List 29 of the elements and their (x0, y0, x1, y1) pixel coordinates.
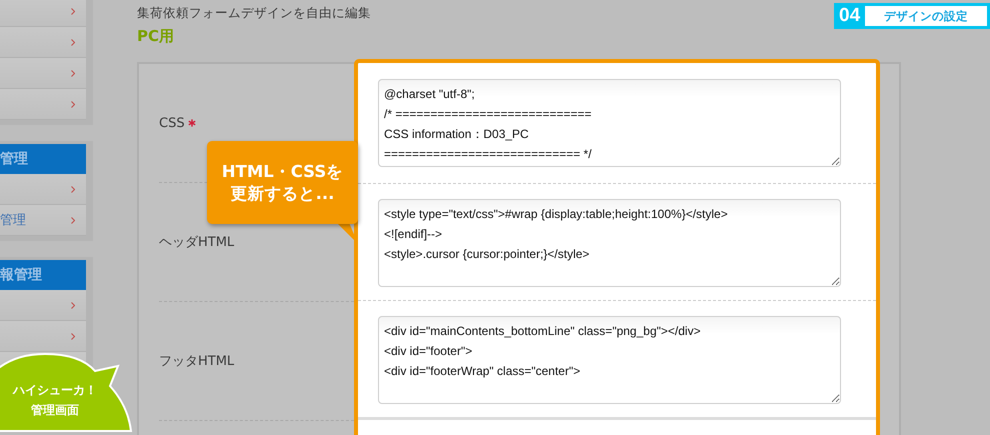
sidebar-heading: 管理 (0, 144, 86, 174)
code-field[interactable]: @charset "utf-8"; /* ============================ CSS information：D03_PC ============================ */ (378, 79, 841, 167)
callout-text: HTML・CSSを 更新すると... (222, 160, 344, 204)
sidebar-item[interactable] (0, 58, 86, 89)
sidebar-item[interactable] (0, 89, 86, 120)
code-field[interactable]: <div id="mainContents_bottomLine" class="png_bg"></div> <div id="footer"> <div id="footerWrap" class="center"> (378, 316, 841, 404)
chevron-icon (71, 100, 75, 108)
field-label: ヘッダHTML (159, 234, 234, 251)
chevron-icon (71, 186, 75, 192)
chevron-icon (71, 70, 75, 76)
sidebar-item[interactable] (0, 290, 86, 321)
step-number: 04 (838, 5, 862, 27)
chevron-icon (71, 38, 75, 46)
chevron-icon (71, 8, 75, 14)
code-field[interactable]: <style type="text/css">#wrap {display:table;height:100%}</style> <![endif]--> <style>.cursor {cursor:pointer;}</style> (378, 199, 841, 287)
page-description: 集荷依頼フォームデザインを自由に編集 (137, 5, 371, 21)
step-label: デザインの設定 (865, 6, 987, 26)
sidebar-item[interactable] (0, 0, 86, 27)
field-label: CSS (159, 116, 185, 130)
sidebar-item[interactable] (0, 27, 86, 58)
chevron-icon (71, 216, 75, 224)
chevron-icon (71, 302, 75, 308)
sidebar-heading: 報管理 (0, 260, 86, 290)
chevron-icon (71, 332, 75, 340)
sidebar-item[interactable] (0, 321, 86, 352)
section-title: PC用 (137, 27, 174, 45)
sidebar-item[interactable] (0, 174, 86, 205)
field-label: フッタHTML (159, 353, 234, 370)
bubble-text: ハイシューカ！ 管理画面 (12, 382, 98, 419)
